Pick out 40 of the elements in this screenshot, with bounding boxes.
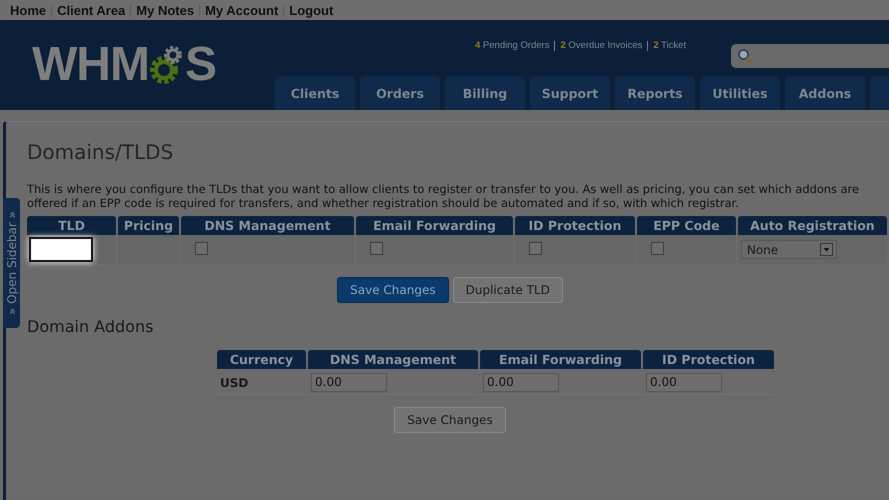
stat-link[interactable]: 2 Overdue Invoices [560,40,642,51]
column-header: DNS Management [308,350,478,369]
price-input-field[interactable]: 0.00 [311,372,387,392]
column-header: ID Protection [514,216,635,235]
nav-tab[interactable]: Billing [445,76,525,110]
nav-tab[interactable]: Orders [360,76,440,110]
nav-tab[interactable]: Utilities [700,76,780,110]
top-nav-link[interactable]: Client Area [52,2,130,18]
nav-tab[interactable]: Reports [615,76,695,110]
section-title: Domain Addons [27,317,154,336]
column-header: Currency [217,350,306,369]
stat-link[interactable]: 4 Pending Orders [475,40,550,51]
page-description: This is where you configure the TLDs that you want to allow clients to register or transfer to you. As well as pricing, you can set which addons are offered if an EPP code is required for transfers, and whether registration should be automated and if so, with which registrar. [27,182,860,210]
column-header: Auto Registration [738,216,887,235]
action-button[interactable]: Save Changes [337,277,449,303]
nav-tab[interactable]: Clients [275,76,355,110]
column-header: DNS Management [180,216,354,235]
stat-link[interactable]: 2 Ticket [653,40,686,51]
logo-text: S [184,41,216,89]
column-header: Pricing [118,216,179,235]
top-nav-link[interactable]: Home [10,2,52,18]
registrar-dropdown[interactable]: None [740,240,837,259]
column-header: ID Protection [643,350,774,369]
column-header: Email Forwarding [480,350,641,369]
save-changes-button[interactable]: Save Changes [394,407,506,433]
column-header: EPP Code [636,216,736,235]
action-button[interactable]: Duplicate TLD [452,277,563,303]
nav-tab[interactable]: Addons [785,76,865,110]
column-header: Email Forwarding [356,216,513,235]
top-nav-link[interactable]: Logout [284,2,338,18]
logo-text: WHM [32,41,149,89]
currency-label: USD [220,376,248,390]
column-header: TLD [27,216,116,235]
price-input-field[interactable]: 0.00 [483,372,559,392]
top-nav-link[interactable]: My Notes [131,2,200,18]
top-nav-link[interactable]: My Account [200,2,284,18]
price-input-field[interactable]: 0.00 [646,372,722,392]
page-title: Domains/TLDS [27,140,174,164]
open-sidebar-tab[interactable]: » Open Sidebar » [3,198,20,328]
nav-tab[interactable]: Support [530,76,610,110]
